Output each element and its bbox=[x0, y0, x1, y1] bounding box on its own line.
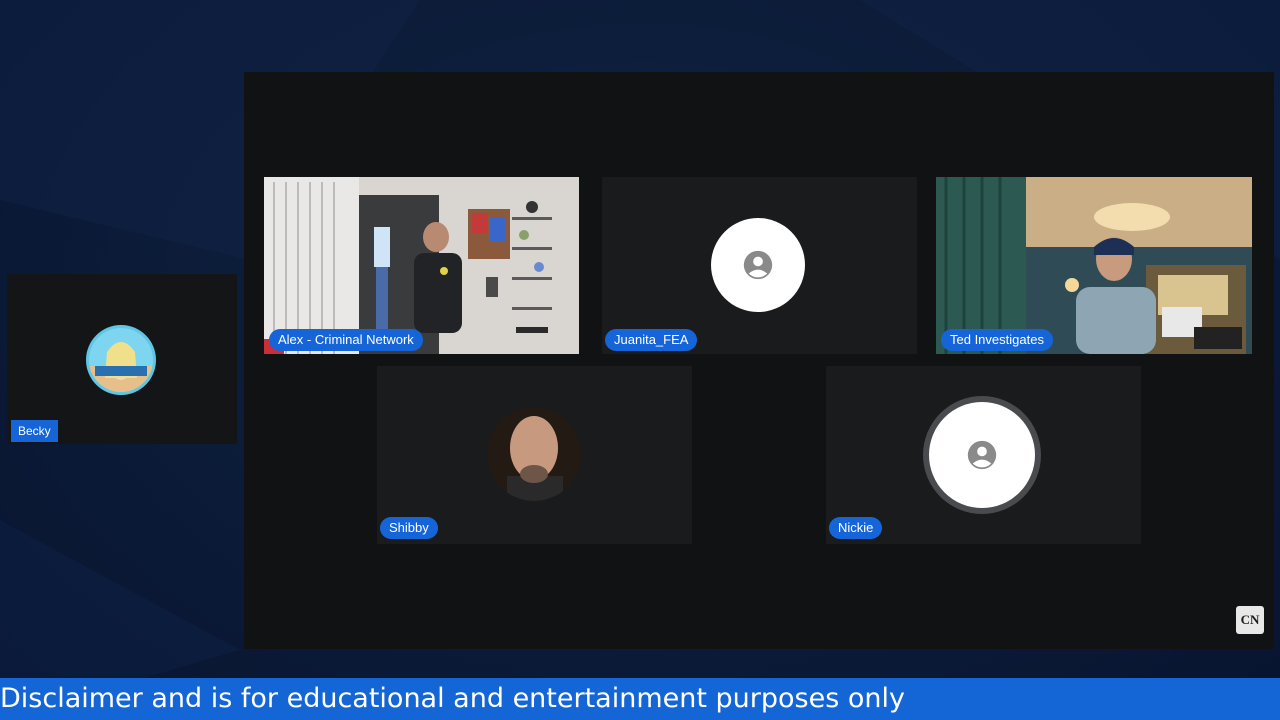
ted-video-feed bbox=[936, 177, 1252, 354]
disclaimer-ticker: Disclaimer and is for educational and en… bbox=[0, 678, 1280, 720]
video-stage: Alex - Criminal Network Juanita_FEA Ted … bbox=[244, 72, 1274, 649]
nickie-avatar bbox=[929, 402, 1035, 508]
name-tag-shibby: Shibby bbox=[380, 517, 438, 539]
participant-tile-alex[interactable]: Alex - Criminal Network bbox=[264, 177, 579, 354]
alex-video-feed bbox=[264, 177, 579, 354]
participant-tile-ted[interactable]: Ted Investigates bbox=[936, 177, 1252, 354]
name-tag-becky: Becky bbox=[11, 420, 58, 442]
juanita-avatar bbox=[711, 218, 805, 312]
user-placeholder-icon bbox=[967, 440, 997, 470]
name-tag-nickie: Nickie bbox=[829, 517, 883, 539]
participant-tile-shibby[interactable]: Shibby bbox=[377, 366, 692, 544]
participant-tile-nickie[interactable]: Nickie bbox=[826, 366, 1141, 544]
name-tag-ted: Ted Investigates bbox=[941, 329, 1053, 351]
name-tag-juanita: Juanita_FEA bbox=[605, 329, 698, 351]
name-tag-alex: Alex - Criminal Network bbox=[269, 329, 423, 351]
participant-tile-becky[interactable] bbox=[7, 274, 237, 444]
becky-avatar bbox=[86, 325, 156, 395]
user-placeholder-icon bbox=[743, 250, 773, 280]
participant-tile-juanita[interactable]: Juanita_FEA bbox=[602, 177, 917, 354]
channel-logo: CN bbox=[1236, 606, 1264, 634]
